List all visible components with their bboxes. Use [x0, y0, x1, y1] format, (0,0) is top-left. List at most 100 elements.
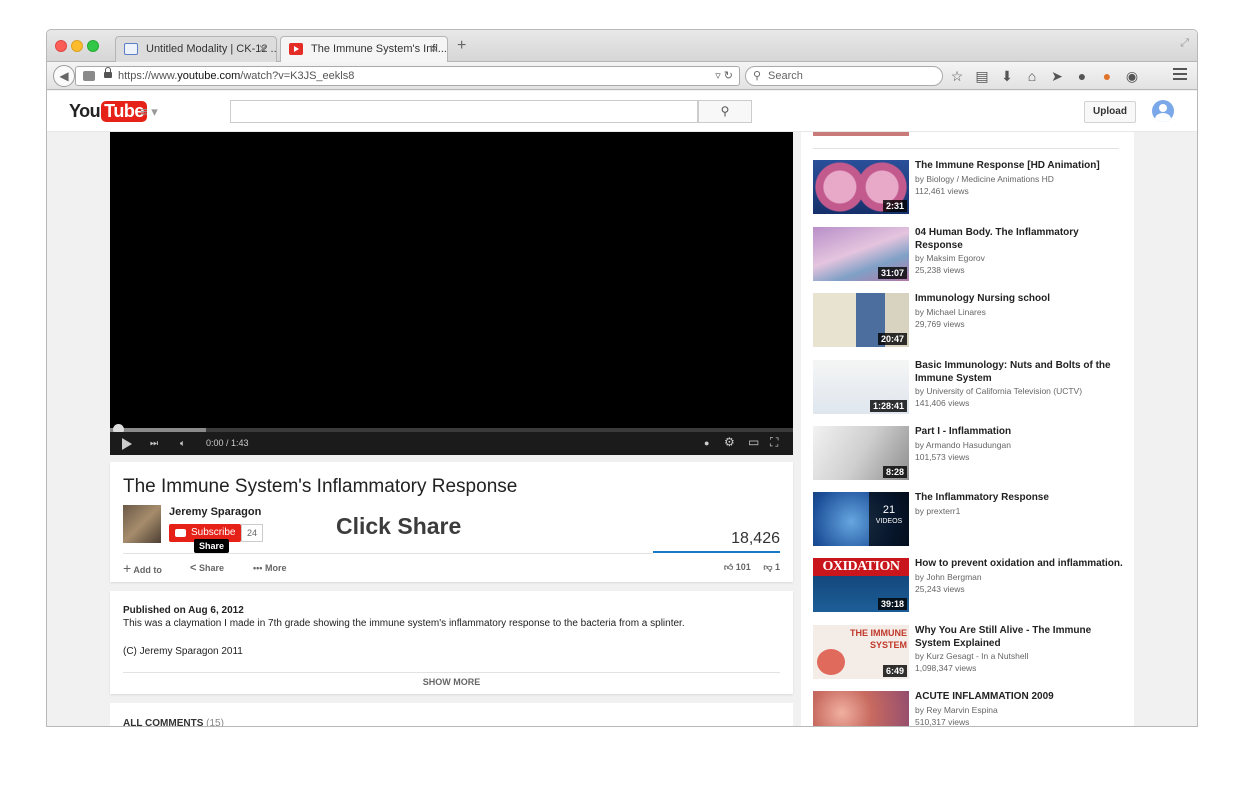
related-video-title[interactable]: The Immune Response [HD Animation] by Bi… — [915, 160, 1125, 197]
related-video-title[interactable]: Part I - Inflammation by Armando Hasudun… — [915, 426, 1125, 463]
video-thumbnail[interactable]: 2:31 — [813, 160, 909, 214]
youtube-header: You Tube ≡ ▾ ⚲ Upload — [47, 91, 1197, 132]
more-button[interactable]: ••• More — [253, 562, 286, 574]
lock-icon — [104, 67, 112, 79]
video-thumbnail[interactable]: 20:47 — [813, 293, 909, 347]
playlist-thumbnail[interactable]: 21 VIDEOS — [813, 492, 909, 546]
channel-text: by Michael Linares — [915, 306, 986, 317]
dislike-count: 1 — [774, 562, 780, 572]
reload-icon[interactable]: ▿ ↻ — [715, 67, 733, 85]
reading-list-icon[interactable]: ▤ — [975, 66, 989, 86]
close-tab-icon[interactable]: ✕ — [429, 37, 439, 61]
related-video-title[interactable]: The Inflammatory Response by prexterr1 — [915, 492, 1125, 517]
url-bar[interactable]: https://www.youtube.com/watch?v=K3JS_eek… — [75, 66, 740, 86]
maximize-window-button[interactable] — [87, 40, 99, 52]
related-video-title[interactable]: 04 Human Body. The Inflammatory Response… — [915, 227, 1125, 276]
close-window-button[interactable] — [55, 40, 67, 52]
download-icon[interactable]: ⬇ — [1000, 66, 1014, 86]
menu-icon[interactable] — [1173, 68, 1187, 80]
guide-menu-icon[interactable]: ≡ ▾ — [140, 104, 158, 120]
tab-youtube[interactable]: The Immune System's Infl... ✕ — [280, 36, 448, 62]
playlist-count: 21 — [882, 504, 896, 516]
related-video-item[interactable]: 21 VIDEOS The Inflammatory Response by p… — [813, 492, 1123, 548]
related-video-title[interactable]: How to prevent oxidation and inflammatio… — [915, 558, 1125, 595]
channel-avatar[interactable] — [123, 505, 161, 543]
related-video-item[interactable]: OXIDATION 39:18 How to prevent oxidation… — [813, 558, 1123, 614]
back-button[interactable]: ◀ — [53, 65, 75, 87]
plus-icon: + — [123, 560, 132, 576]
play-icon[interactable] — [122, 438, 132, 450]
share-button[interactable]: < Share — [190, 562, 224, 574]
related-video-item[interactable]: 8:28 Part I - Inflammation by Armando Ha… — [813, 426, 1123, 482]
browser-search-field[interactable]: ⚲ Search — [745, 66, 943, 86]
playlist-label: VIDEOS — [875, 518, 903, 525]
description-panel: Published on Aug 6, 2012 This was a clay… — [110, 591, 793, 694]
like-button[interactable]: 👍︎ 101 — [724, 562, 751, 572]
youtube-search-input[interactable] — [230, 100, 698, 123]
settings-gear-icon[interactable]: ⚙ — [724, 435, 735, 449]
video-thumbnail[interactable]: 1:28:41 — [813, 360, 909, 414]
thumbnail-caption: OXIDATION — [813, 558, 909, 576]
channel-name[interactable]: Jeremy Sparagon — [169, 506, 261, 518]
new-tab-button[interactable]: + — [457, 37, 466, 55]
send-icon[interactable]: ➤ — [1050, 66, 1064, 86]
video-title: The Immune System's Inflammatory Respons… — [123, 476, 518, 497]
related-video-title[interactable]: Why You Are Still Alive - The Immune Sys… — [915, 625, 1125, 674]
channel-text: by Armando Hasudungan — [915, 439, 1011, 450]
chat-icon[interactable]: ◉ — [1125, 66, 1139, 86]
theater-mode-icon[interactable]: ▭ — [748, 435, 759, 449]
video-thumbnail[interactable] — [813, 691, 909, 726]
title-text: How to prevent oxidation and inflammatio… — [915, 558, 1123, 569]
video-thumbnail[interactable]: 8:28 — [813, 426, 909, 480]
related-video-item[interactable]: 20:47 Immunology Nursing school by Micha… — [813, 293, 1123, 349]
related-video-item[interactable]: 31:07 04 Human Body. The Inflammatory Re… — [813, 227, 1123, 283]
annotations-icon[interactable]: ● — [704, 436, 709, 450]
title-text: ACUTE INFLAMMATION 2009 — [915, 691, 1054, 702]
add-to-label: Add to — [133, 565, 162, 575]
fullscreen-icon[interactable]: ⤢ — [1180, 37, 1189, 50]
close-tab-icon[interactable]: ✕ — [258, 37, 268, 61]
volume-icon[interactable]: 🔈︎ — [180, 436, 185, 450]
fullscreen-icon[interactable]: ⛶ — [770, 435, 778, 449]
video-thumbnail[interactable]: OXIDATION 39:18 — [813, 558, 909, 612]
duration-badge: 1:28:41 — [869, 400, 907, 412]
upload-button[interactable]: Upload — [1084, 101, 1136, 123]
title-text: 04 Human Body. The Inflammatory Response — [915, 227, 1079, 251]
show-more-button[interactable]: SHOW MORE — [110, 677, 793, 687]
bookmark-star-icon[interactable]: ☆ — [950, 66, 964, 86]
video-thumbnail[interactable]: 31:07 — [813, 227, 909, 281]
tab-ck12[interactable]: Untitled Modality | CK-12 ... ✕ — [115, 36, 277, 62]
youtube-logo[interactable]: You Tube — [69, 101, 147, 122]
video-player[interactable]: ⏭ 🔈︎ 0:00 / 1:43 ● ⚙ ▭ ⛶ — [110, 132, 793, 455]
view-count: 18,426 — [731, 530, 780, 547]
tab-bar: Untitled Modality | CK-12 ... ✕ The Immu… — [47, 30, 1197, 62]
related-video-item[interactable]: ACUTE INFLAMMATION 2009 by Rey Marvin Es… — [813, 691, 1125, 726]
views-text: 1,098,347 views — [915, 663, 977, 673]
related-video-item[interactable]: THE IMMUNE SYSTEM 6:49 Why You Are Still… — [813, 625, 1123, 681]
site-identity-icon[interactable] — [83, 71, 95, 81]
like-count: 101 — [735, 562, 751, 572]
url-host: youtube.com — [177, 70, 241, 82]
comments-count: (15) — [206, 718, 224, 727]
account-avatar[interactable] — [1152, 100, 1174, 122]
youtube-search-button[interactable]: ⚲ — [698, 100, 752, 123]
home-icon[interactable]: ⌂ — [1025, 66, 1039, 86]
related-video-title[interactable]: ACUTE INFLAMMATION 2009 by Rey Marvin Es… — [915, 691, 1125, 726]
toolbar-icons: ☆ ▤ ⬇ ⌂ ➤ ● ● ◉ — [950, 66, 1139, 86]
adblock-icon[interactable]: ● — [1075, 66, 1089, 86]
video-thumbnail[interactable] — [813, 132, 909, 136]
related-video-title[interactable]: Immunology Nursing school by Michael Lin… — [915, 293, 1125, 330]
next-icon[interactable]: ⏭ — [150, 436, 158, 450]
add-to-button[interactable]: + Add to — [123, 560, 162, 576]
channel-text: by Kurz Gesagt - In a Nutshell — [915, 651, 1029, 661]
playlist-count-badge: 21 VIDEOS — [869, 492, 909, 546]
dislike-button[interactable]: 👎︎ 1 — [763, 562, 780, 572]
related-video-title[interactable]: Basic Immunology: Nuts and Bolts of the … — [915, 360, 1125, 409]
views-text: 141,406 views — [915, 398, 970, 408]
extension-icon[interactable]: ● — [1100, 66, 1114, 86]
video-thumbnail[interactable]: THE IMMUNE SYSTEM 6:49 — [813, 625, 909, 679]
minimize-window-button[interactable] — [71, 40, 83, 52]
title-text: Part I - Inflammation — [915, 426, 1012, 437]
related-video-item[interactable]: 1:28:41 Basic Immunology: Nuts and Bolts… — [813, 360, 1123, 416]
related-video-item[interactable]: 2:31 The Immune Response [HD Animation] … — [813, 160, 1123, 216]
